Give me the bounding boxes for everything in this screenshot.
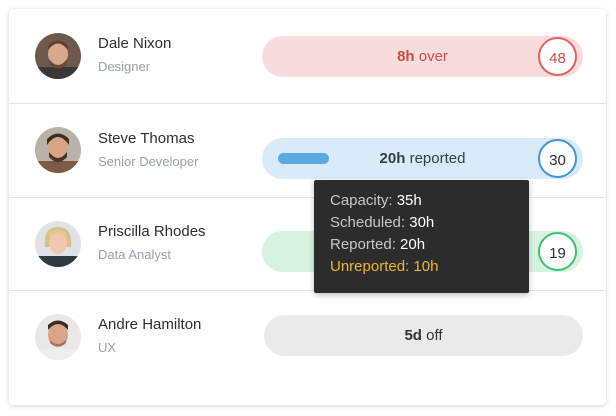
avatar: [35, 221, 81, 267]
avatar-photo-icon: [35, 221, 81, 267]
person-role: Senior Developer: [98, 154, 199, 169]
person-role: Designer: [98, 59, 151, 74]
person-name: Steve Thomas: [98, 130, 195, 147]
status-badge[interactable]: 48: [538, 37, 577, 76]
avatar: [35, 314, 81, 360]
tooltip-reported-label: Reported:: [330, 236, 401, 253]
person-role: UX: [98, 340, 117, 355]
status-text: off: [421, 327, 443, 344]
status-pill-off[interactable]: 5d off: [264, 315, 583, 356]
tooltip-capacity: Capacity: 35h: [330, 190, 529, 212]
person-row-andre-hamilton[interactable]: Andre Hamilton UX 5d off: [9, 291, 606, 384]
tooltip-scheduled-label: Scheduled:: [330, 214, 410, 231]
status-value: 8h: [397, 48, 415, 65]
tooltip-unreported-value: 10h: [413, 258, 439, 275]
status-pill-over[interactable]: 8h over: [262, 36, 583, 77]
status-value: 5d: [404, 327, 422, 344]
status-badge[interactable]: 30: [538, 139, 577, 178]
tooltip-capacity-label: Capacity:: [330, 192, 397, 209]
tooltip-unreported-label: Unreported:: [330, 258, 414, 275]
person-row-dale-nixon[interactable]: Dale Nixon Designer 8h over 48: [9, 9, 606, 102]
status-badge[interactable]: 19: [538, 232, 577, 271]
tooltip-capacity-value: 35h: [396, 192, 422, 209]
avatar: [35, 127, 81, 173]
status-pill-reported[interactable]: 20h reported: [262, 138, 583, 179]
status-text: over: [414, 48, 448, 65]
tooltip-reported: Reported: 20h: [330, 234, 529, 256]
avatar-photo-icon: [35, 33, 81, 79]
avatar-photo-icon: [35, 127, 81, 173]
person-role: Data Analyst: [98, 247, 171, 262]
tooltip-scheduled-value: 30h: [409, 214, 435, 231]
team-card: Dale Nixon Designer 8h over 48 Steve Tho…: [9, 9, 606, 405]
avatar-photo-icon: [35, 314, 81, 360]
person-name: Priscilla Rhodes: [98, 223, 206, 240]
person-name: Dale Nixon: [98, 35, 172, 52]
person-name: Andre Hamilton: [98, 316, 202, 333]
avatar: [35, 33, 81, 79]
tooltip-unreported: Unreported: 10h: [330, 256, 529, 278]
tooltip-reported-value: 20h: [400, 236, 426, 253]
tooltip-scheduled: Scheduled: 30h: [330, 212, 529, 234]
hours-tooltip: Capacity: 35h Scheduled: 30h Reported: 2…: [314, 180, 529, 293]
reported-progress-bar: [278, 153, 329, 164]
status-text: reported: [405, 150, 466, 167]
status-value: 20h: [379, 150, 406, 167]
